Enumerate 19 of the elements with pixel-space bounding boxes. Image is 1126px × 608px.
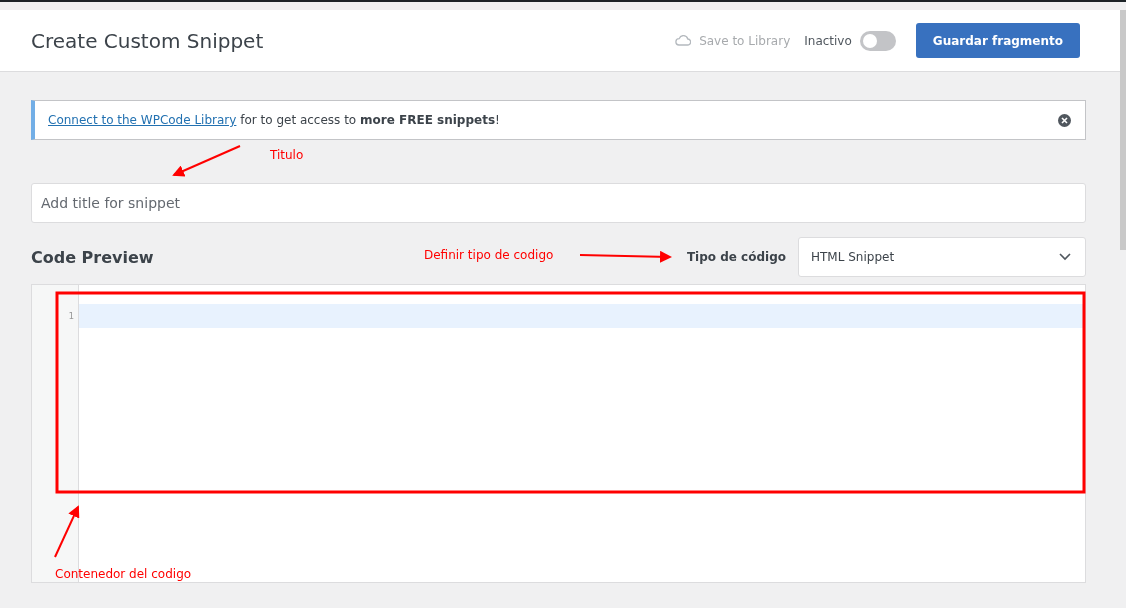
line-number: 1 [68, 310, 75, 323]
section-heading: Code Preview [31, 247, 154, 267]
page-title: Create Custom Snippet [31, 28, 264, 53]
code-type-label: Tipo de código [686, 250, 786, 264]
annotation-arrow [172, 145, 241, 177]
save-button[interactable]: Guardar fragmento [915, 23, 1080, 58]
code-type-select[interactable]: HTML Snippet [798, 237, 1086, 277]
library-link[interactable]: Connect to the WPCode Library [48, 113, 237, 127]
annotation-text: Contenedor del codigo [55, 567, 192, 581]
status-label: Inactivo [804, 33, 852, 48]
annotation-text: Definir tipo de codigo [424, 248, 554, 262]
close-icon[interactable] [1058, 113, 1071, 127]
annotation-arrow [54, 505, 80, 558]
title-input-field[interactable]: Add title for snippet [31, 183, 1086, 223]
cloud-icon [675, 35, 692, 46]
active-toggle[interactable] [859, 30, 896, 51]
chevron-down-icon [1059, 253, 1071, 261]
notice-text: Connect to the WPCode Library for to get access to more FREE snippets! [48, 113, 500, 127]
annotation-text: Titulo [270, 148, 304, 162]
